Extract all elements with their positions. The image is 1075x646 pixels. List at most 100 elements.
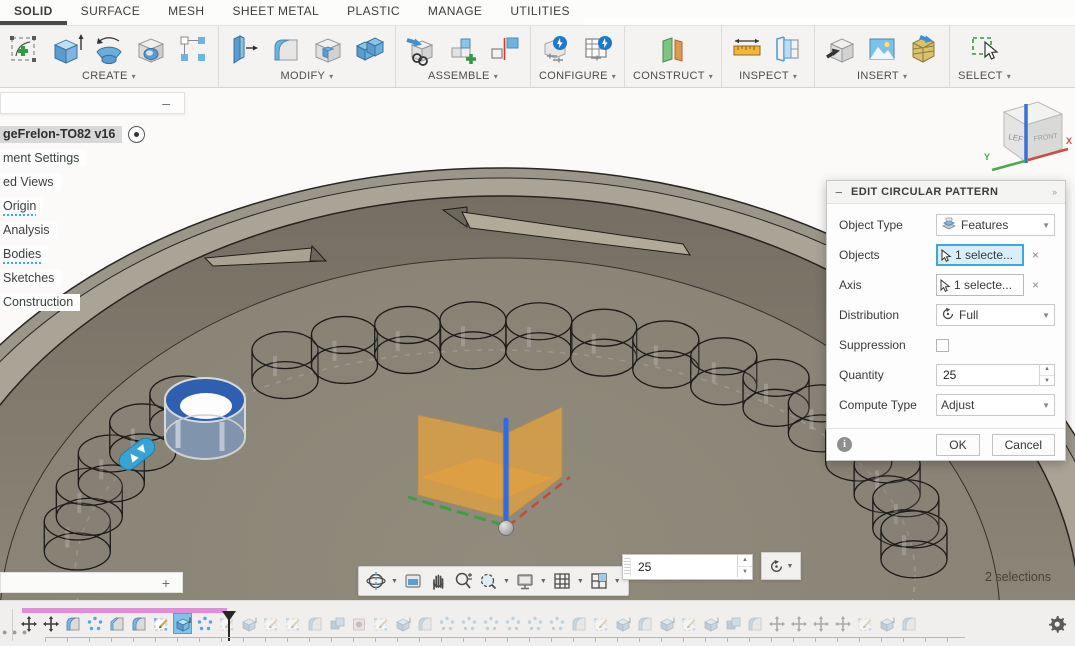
pattern-quantity-float-input[interactable]: 25 ▲▼	[622, 554, 753, 580]
revolve-icon[interactable]	[92, 32, 126, 66]
object-type-dropdown[interactable]: Features ▼	[936, 214, 1055, 236]
browser-item-label[interactable]: Analysis	[0, 222, 57, 239]
timeline-feature-chamfer[interactable]	[108, 614, 125, 633]
timeline-feature-pattern[interactable]	[86, 614, 103, 633]
construction-plane-icon[interactable]	[656, 32, 690, 66]
orbit-icon[interactable]	[366, 571, 386, 591]
stepper-down-icon[interactable]: ▼	[1040, 376, 1054, 387]
extrude-icon[interactable]	[50, 32, 84, 66]
chevron-down-icon[interactable]: ▼	[503, 578, 510, 585]
chevron-down-icon[interactable]: ▼	[577, 578, 584, 585]
tab-solid[interactable]: SOLID	[0, 0, 67, 25]
distribution-type-button[interactable]: ▼	[761, 552, 801, 580]
pattern-cylinder-preview[interactable]	[375, 306, 441, 373]
timeline-feature-combine[interactable]	[724, 614, 741, 633]
timeline-feature-fillet[interactable]	[636, 614, 653, 633]
timeline-feature-extrude[interactable]	[240, 614, 257, 633]
timeline-feature-move[interactable]	[834, 614, 851, 633]
visibility-radio-icon[interactable]	[128, 126, 145, 143]
browser-item-ed-views[interactable]: ed Views	[0, 174, 190, 191]
timeline-feature-fillet[interactable]	[306, 614, 323, 633]
quantity-value[interactable]: 25	[937, 368, 1039, 382]
configuration-icon[interactable]	[540, 32, 574, 66]
joint-icon[interactable]	[488, 32, 522, 66]
timeline-feature-extrude[interactable]	[658, 614, 675, 633]
viewports-icon[interactable]	[589, 571, 609, 591]
timeline-feature-extrude[interactable]	[174, 614, 191, 633]
timeline-feature-fillet[interactable]	[746, 614, 763, 633]
timeline-feature-sketch[interactable]	[856, 614, 873, 633]
grid-icon[interactable]	[552, 571, 572, 591]
browser-add-icon[interactable]: +	[162, 575, 170, 591]
timeline-feature-sketch[interactable]	[680, 614, 697, 633]
timeline-settings-gear-icon[interactable]	[1046, 613, 1068, 635]
timeline-feature-move[interactable]	[20, 614, 37, 633]
insert-mcmaster-icon[interactable]	[907, 32, 941, 66]
browser-item-label[interactable]: Sketches	[0, 270, 61, 287]
timeline-feature-sketch[interactable]	[262, 614, 279, 633]
chevron-down-icon[interactable]: ▼	[391, 578, 398, 585]
timeline-feature-move[interactable]	[790, 614, 807, 633]
timeline-feature-combine[interactable]	[328, 614, 345, 633]
timeline-feature-hole[interactable]	[350, 614, 367, 633]
browser-item-label[interactable]: ment Settings	[0, 150, 86, 167]
ribbon-group-label-create[interactable]: CREATE▾	[82, 70, 136, 82]
browser-item-sketches[interactable]: Sketches	[0, 270, 190, 287]
drag-grip-icon[interactable]	[624, 558, 631, 576]
origin-point[interactable]	[499, 521, 514, 536]
new-component-icon[interactable]	[446, 32, 480, 66]
browser-bottom-bar[interactable]: +	[0, 572, 183, 593]
quantity-input[interactable]: 25 ▲▼	[936, 364, 1055, 386]
ribbon-group-label-insert[interactable]: INSERT▾	[857, 70, 907, 82]
tab-plastic[interactable]: PLASTIC	[333, 0, 414, 25]
browser-collapse-bar[interactable]: –	[0, 92, 185, 114]
browser-item-label[interactable]: Origin	[0, 198, 43, 215]
insert-derive-icon[interactable]	[823, 32, 857, 66]
section-analysis-icon[interactable]	[772, 32, 806, 66]
tab-manage[interactable]: MANAGE	[414, 0, 496, 25]
pattern-cylinder-preview[interactable]	[311, 316, 377, 383]
objects-clear-icon[interactable]: ×	[1032, 248, 1039, 262]
timeline-feature-sketch[interactable]	[372, 614, 389, 633]
timeline-feature-pattern[interactable]	[548, 614, 565, 633]
tab-sheet-metal[interactable]: SHEET METAL	[218, 0, 333, 25]
ribbon-group-label-inspect[interactable]: INSPECT▾	[739, 70, 797, 82]
pattern-cylinder-preview[interactable]	[252, 332, 318, 399]
chevron-down-icon[interactable]: ▼	[614, 578, 621, 585]
browser-item-ment-settings[interactable]: ment Settings	[0, 150, 190, 167]
axis-clear-icon[interactable]: ×	[1032, 278, 1039, 292]
browser-item-label[interactable]: geFrelon-TO82 v16	[0, 126, 122, 143]
pattern-cylinder-preview[interactable]	[633, 321, 699, 388]
tab-mesh[interactable]: MESH	[154, 0, 218, 25]
measure-icon[interactable]	[730, 32, 764, 66]
browser-item-construction[interactable]: Construction	[0, 294, 190, 311]
info-icon[interactable]: i	[837, 437, 852, 452]
browser-item-label[interactable]: Bodies	[0, 246, 48, 263]
pattern-cylinder-preview[interactable]	[506, 303, 572, 370]
dialog-header[interactable]: − EDIT CIRCULAR PATTERN »	[827, 181, 1065, 204]
canvas-icon[interactable]	[865, 32, 899, 66]
timeline-feature-move[interactable]	[812, 614, 829, 633]
browser-item-bodies[interactable]: Bodies	[0, 246, 190, 263]
distribution-dropdown[interactable]: Full ▼	[936, 304, 1055, 326]
tab-utilities[interactable]: UTILITIES	[496, 0, 584, 25]
ok-button[interactable]: OK	[936, 434, 979, 456]
objects-select-button[interactable]: 1 selecte...	[936, 244, 1024, 266]
pattern-quantity-value[interactable]: 25	[631, 555, 737, 579]
ribbon-group-label-assemble[interactable]: ASSEMBLE▾	[428, 70, 498, 82]
zoom-icon[interactable]	[453, 571, 473, 591]
browser-item-origin[interactable]: Origin	[0, 198, 190, 215]
cancel-button[interactable]: Cancel	[992, 434, 1055, 456]
timeline-feature-fillet[interactable]	[64, 614, 81, 633]
browser-collapse-icon[interactable]: –	[162, 95, 170, 111]
timeline-feature-sketch[interactable]	[152, 614, 169, 633]
timeline-feature-move[interactable]	[42, 614, 59, 633]
ribbon-group-label-construct[interactable]: CONSTRUCT▾	[633, 70, 713, 82]
configuration-table-icon[interactable]	[582, 32, 616, 66]
timeline-feature-pattern[interactable]	[196, 614, 213, 633]
pattern-cylinder-preview[interactable]	[440, 302, 506, 369]
timeline-feature-move[interactable]	[768, 614, 785, 633]
suppression-checkbox[interactable]	[936, 339, 949, 352]
create-sketch-icon[interactable]	[8, 32, 42, 66]
browser-item-label[interactable]: ed Views	[0, 174, 61, 191]
